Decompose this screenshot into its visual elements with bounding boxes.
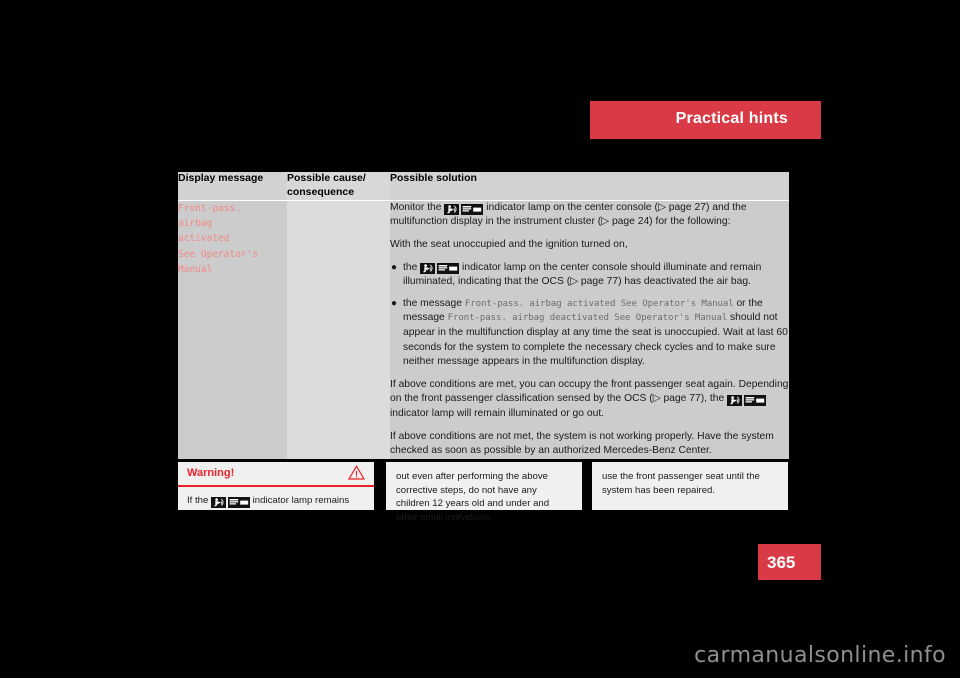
indicator-lamp-icon-pair	[727, 395, 767, 407]
passenger-airbag-icon	[444, 203, 460, 215]
bullet-dot-icon: ●	[391, 261, 398, 273]
column-header-display-message: Display message	[178, 172, 287, 201]
passenger-airbag-icon	[727, 395, 743, 407]
page-number-tab: 365	[758, 544, 821, 580]
solution-paragraph-4: If above conditions are not met, the sys…	[390, 430, 774, 457]
warning-box-continuation-1: out even after performing the above corr…	[386, 462, 582, 523]
page-title: Practical hints	[675, 110, 788, 127]
cell-possible-cause	[287, 200, 390, 459]
display-message-line: Front-pass.	[178, 202, 241, 214]
indicator-lamp-icon-pair	[444, 203, 484, 215]
table-header-row: Display message Possible cause/ conseque…	[178, 172, 789, 201]
passenger-airbag-icon	[420, 263, 436, 275]
pass-airbag-off-icon	[461, 203, 484, 215]
display-message-line: activated	[178, 233, 230, 245]
pass-airbag-off-icon	[437, 263, 460, 275]
indicator-lamp-icon-pair	[211, 496, 250, 508]
warning-box-continuation-2: use the front passenger seat until the s…	[592, 462, 788, 510]
display-message-inline: Front-pass. airbag deactivated See Opera…	[447, 313, 728, 324]
warning-triangle-icon	[347, 465, 366, 485]
chapter-header-banner: Practical hints	[590, 101, 821, 139]
solution-bullet-list: ● the indicator lamp on the center consol…	[390, 261, 789, 370]
passenger-airbag-icon	[211, 496, 226, 508]
indicator-lamp-icon-pair	[420, 263, 460, 275]
solution-paragraph-1: Monitor the indicator lamp on the center…	[390, 201, 789, 230]
display-message-line: airbag	[178, 218, 213, 230]
column-header-possible-solution: Possible solution	[390, 172, 789, 201]
solution-text-segment: indicator lamp will remain illuminated o…	[390, 408, 605, 420]
site-watermark: carmanualsonline.info	[694, 643, 946, 668]
list-item: ● the message Front-pass. airbag activate…	[390, 297, 789, 370]
warning-text-segment: indicator lamp remains	[250, 495, 350, 506]
pass-airbag-off-icon	[744, 395, 767, 407]
page-number: 365	[767, 553, 796, 572]
display-message-line: Manual	[178, 264, 213, 276]
column-header-possible-cause: Possible cause/ consequence	[287, 172, 390, 201]
bullet-dot-icon: ●	[391, 297, 398, 309]
warning-body-column-1: If the indicator lamp remains	[178, 487, 374, 508]
solution-paragraph-3: If above conditions are met, you can occ…	[390, 378, 789, 422]
cell-possible-solution: Monitor the indicator lamp on the center…	[390, 200, 789, 459]
warning-title: Warning!	[187, 467, 235, 479]
bullet-text-segment: the	[403, 261, 421, 273]
warning-body-column-2: out even after performing the above corr…	[396, 471, 550, 524]
display-message-inline: Front-pass. airbag activated See Operato…	[464, 298, 734, 309]
list-item: ● the indicator lamp on the center consol…	[390, 261, 789, 290]
warning-text-segment: If the	[187, 495, 211, 506]
display-message-line: See Operator's	[178, 248, 259, 260]
cell-display-message: Front-pass. airbag activated See Operato…	[178, 200, 287, 459]
warning-header: Warning!	[178, 462, 374, 487]
solution-paragraph-2: With the seat unoccupied and the ignitio…	[390, 238, 628, 250]
fault-message-table: Display message Possible cause/ conseque…	[178, 172, 789, 459]
bullet-text-segment: the message	[403, 297, 465, 309]
pass-airbag-off-icon	[228, 496, 250, 508]
table-row: Front-pass. airbag activated See Operato…	[178, 200, 789, 459]
warning-box: Warning! If the indicator lamp remains	[178, 462, 374, 510]
warning-body-column-3: use the front passenger seat until the s…	[602, 471, 760, 496]
solution-text-segment: Monitor the	[390, 201, 445, 213]
